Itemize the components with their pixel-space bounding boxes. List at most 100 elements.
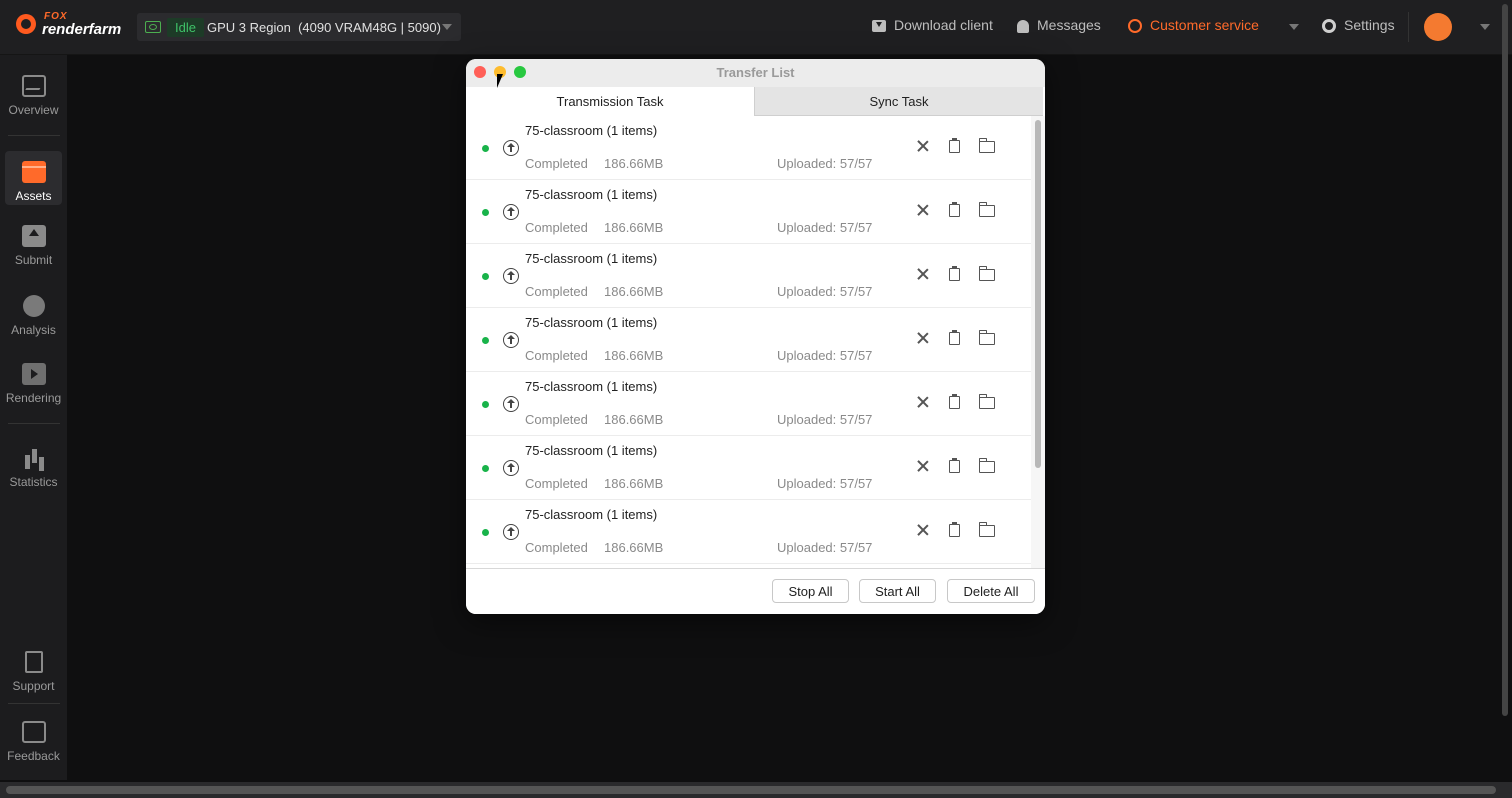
close-icon[interactable] bbox=[916, 523, 930, 537]
task-uploaded: Uploaded: 57/57 bbox=[777, 476, 873, 491]
close-icon[interactable] bbox=[916, 203, 930, 217]
folder-icon bbox=[21, 161, 46, 183]
close-icon[interactable] bbox=[916, 139, 930, 153]
task-name: 75-classroom (1 items) bbox=[525, 443, 658, 458]
sidebar-item-analysis[interactable]: Analysis bbox=[0, 295, 67, 337]
chevron-down-icon[interactable] bbox=[1480, 24, 1490, 30]
list-item: 75-classroom (1 items) Completed 186.66M… bbox=[466, 116, 1031, 180]
vertical-scrollbar[interactable] bbox=[1500, 0, 1510, 720]
task-name: 75-classroom (1 items) bbox=[525, 507, 658, 522]
sidebar-item-assets[interactable]: Assets bbox=[5, 151, 62, 205]
top-bar: FOX renderfarm Idle GPU 3 Region (4090 V… bbox=[0, 0, 1512, 55]
sidebar-item-feedback[interactable]: Feedback bbox=[0, 721, 67, 763]
task-status: Completed bbox=[525, 156, 588, 171]
clipboard-icon[interactable] bbox=[949, 394, 960, 409]
task-size: 186.66MB bbox=[604, 412, 664, 427]
customer-service-button[interactable]: Customer service bbox=[1128, 17, 1259, 34]
close-icon[interactable] bbox=[916, 267, 930, 281]
divider bbox=[8, 423, 60, 424]
status-badge: Idle bbox=[167, 18, 204, 37]
sidebar-item-overview[interactable]: Overview bbox=[0, 75, 67, 117]
task-uploaded: Uploaded: 57/57 bbox=[777, 284, 873, 299]
list-scrollbar[interactable] bbox=[1031, 116, 1045, 568]
folder-icon[interactable] bbox=[978, 522, 995, 537]
sidebar-item-rendering[interactable]: Rendering bbox=[0, 363, 67, 405]
status-dot-icon bbox=[482, 401, 489, 408]
settings-button[interactable]: Settings bbox=[1322, 17, 1395, 34]
folder-icon[interactable] bbox=[978, 330, 995, 345]
task-size: 186.66MB bbox=[604, 220, 664, 235]
clipboard-icon[interactable] bbox=[949, 266, 960, 281]
sidebar: Overview Assets Submit Analysis Renderin… bbox=[0, 55, 67, 780]
task-status: Completed bbox=[525, 348, 588, 363]
divider bbox=[8, 135, 60, 136]
stop-all-button[interactable]: Stop All bbox=[772, 579, 849, 603]
folder-icon[interactable] bbox=[978, 266, 995, 281]
folder-icon[interactable] bbox=[978, 458, 995, 473]
clipboard-icon[interactable] bbox=[949, 330, 960, 345]
scroll-thumb[interactable] bbox=[6, 786, 1496, 794]
sidebar-item-support[interactable]: Support bbox=[0, 651, 67, 693]
avatar[interactable] bbox=[1424, 13, 1452, 41]
dialog-titlebar[interactable]: Transfer List bbox=[466, 59, 1045, 87]
task-size: 186.66MB bbox=[604, 540, 664, 555]
upload-icon bbox=[503, 268, 519, 284]
folder-icon[interactable] bbox=[978, 138, 995, 153]
task-size: 186.66MB bbox=[604, 156, 664, 171]
close-icon[interactable] bbox=[916, 395, 930, 409]
task-status: Completed bbox=[525, 540, 588, 555]
status-dot-icon bbox=[482, 337, 489, 344]
dialog-title: Transfer List bbox=[716, 65, 795, 80]
bell-icon bbox=[1017, 19, 1029, 33]
region-selector[interactable]: Idle GPU 3 Region (4090 VRAM48G | 5090) bbox=[137, 13, 461, 41]
transfer-list: 75-classroom (1 items) Completed 186.66M… bbox=[466, 116, 1031, 568]
scroll-thumb[interactable] bbox=[1035, 120, 1041, 468]
upload-icon bbox=[503, 460, 519, 476]
list-item: 75-classroom (1 items) Completed 186.66M… bbox=[466, 308, 1031, 372]
fox-renderfarm-logo[interactable]: FOX renderfarm bbox=[14, 11, 134, 41]
task-uploaded: Uploaded: 57/57 bbox=[777, 412, 873, 427]
start-all-button[interactable]: Start All bbox=[859, 579, 936, 603]
logo-icon bbox=[16, 14, 36, 34]
delete-all-button[interactable]: Delete All bbox=[947, 579, 1035, 603]
chevron-down-icon[interactable] bbox=[1289, 24, 1299, 30]
close-icon[interactable] bbox=[916, 459, 930, 473]
task-status: Completed bbox=[525, 412, 588, 427]
task-uploaded: Uploaded: 57/57 bbox=[777, 156, 873, 171]
horizontal-scrollbar[interactable] bbox=[0, 782, 1512, 798]
tab-sync-task[interactable]: Sync Task bbox=[754, 87, 1043, 116]
task-size: 186.66MB bbox=[604, 348, 664, 363]
task-name: 75-classroom (1 items) bbox=[525, 123, 658, 138]
status-dot-icon bbox=[482, 465, 489, 472]
clipboard-icon[interactable] bbox=[949, 522, 960, 537]
clipboard-icon[interactable] bbox=[949, 138, 960, 153]
status-dot-icon bbox=[482, 209, 489, 216]
list-item: 75-classroom (1 items) Completed 186.66M… bbox=[466, 180, 1031, 244]
gear-icon bbox=[1322, 19, 1336, 34]
download-client-button[interactable]: Download client bbox=[872, 17, 993, 33]
messages-button[interactable]: Messages bbox=[1017, 17, 1101, 33]
clipboard-icon[interactable] bbox=[949, 458, 960, 473]
list-item: 75-classroom (1 items) Completed 186.66M… bbox=[466, 372, 1031, 436]
folder-icon[interactable] bbox=[978, 202, 995, 217]
divider bbox=[8, 703, 60, 704]
clipboard-icon[interactable] bbox=[949, 202, 960, 217]
upload-icon bbox=[503, 204, 519, 220]
folder-icon[interactable] bbox=[978, 394, 995, 409]
upload-icon bbox=[503, 140, 519, 156]
list-item: 75-classroom (1 items) Completed 186.66M… bbox=[466, 500, 1031, 564]
sidebar-item-statistics[interactable]: Statistics bbox=[0, 447, 67, 489]
status-dot-icon bbox=[482, 273, 489, 280]
close-icon[interactable] bbox=[916, 331, 930, 345]
bar-chart-icon bbox=[22, 447, 46, 469]
task-status: Completed bbox=[525, 284, 588, 299]
region-label: GPU 3 Region (4090 VRAM48G | 5090) bbox=[207, 20, 441, 35]
sidebar-item-submit[interactable]: Submit bbox=[0, 225, 67, 267]
tab-transmission-task[interactable]: Transmission Task bbox=[466, 87, 754, 116]
chevron-down-icon[interactable] bbox=[442, 24, 452, 30]
upload-icon bbox=[503, 332, 519, 348]
scroll-thumb[interactable] bbox=[1502, 4, 1508, 716]
gpu-icon bbox=[145, 21, 161, 33]
mouse-cursor-icon bbox=[497, 74, 503, 88]
tab-bar: Transmission Task Sync Task bbox=[466, 87, 1045, 116]
